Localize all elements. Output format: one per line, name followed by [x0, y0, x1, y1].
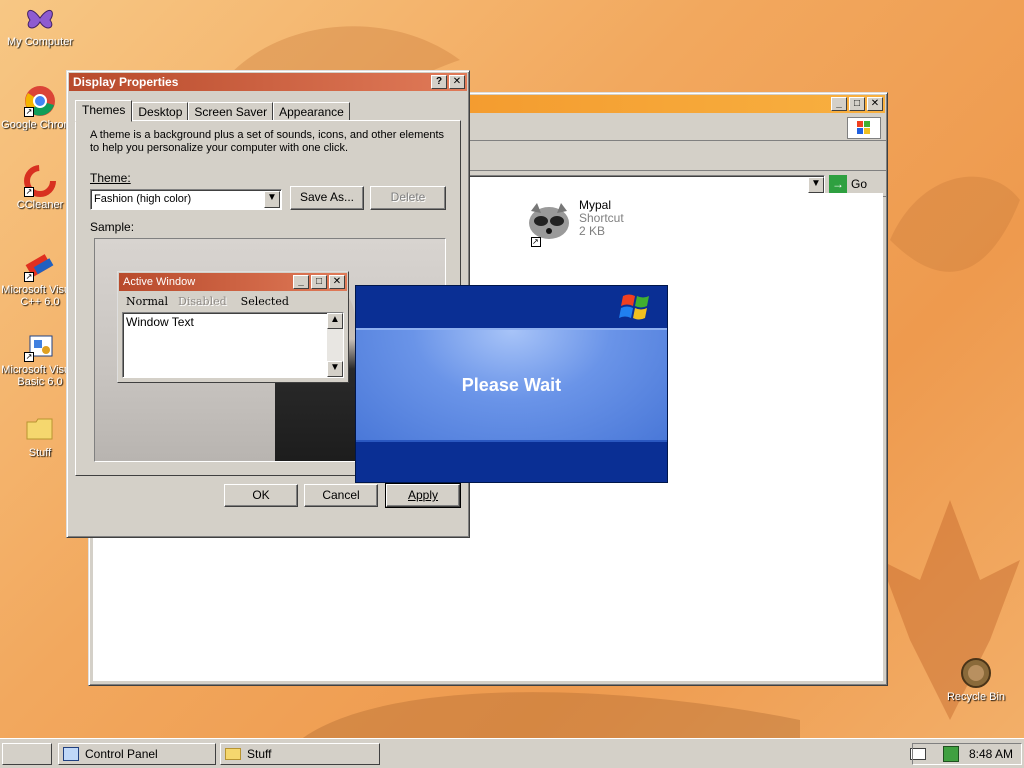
tab-themes[interactable]: Themes	[75, 100, 133, 122]
theme-select[interactable]: Fashion (high color) ▼	[90, 189, 282, 210]
apply-button[interactable]: Apply	[385, 483, 461, 508]
desktop-icon-recycle-bin[interactable]: Recycle Bin	[936, 657, 1016, 703]
go-label: Go	[851, 177, 868, 191]
minimize-button[interactable]: _	[831, 97, 847, 111]
taskbar-item-label: Stuff	[247, 747, 272, 761]
please-wait-band: Please Wait	[356, 328, 667, 442]
go-button[interactable]: → Go	[829, 175, 867, 193]
please-wait-dialog: Please Wait	[355, 285, 668, 483]
ok-button[interactable]: OK	[224, 484, 298, 507]
close-button[interactable]: ✕	[867, 97, 883, 111]
close-button[interactable]: ✕	[449, 75, 465, 89]
shortcut-arrow-icon: ↗	[24, 187, 34, 197]
scroll-up-icon: ▲	[327, 313, 343, 329]
raccoon-icon: ↗	[525, 199, 573, 247]
start-button[interactable]	[2, 743, 52, 765]
address-input[interactable]: ▼	[465, 175, 825, 195]
system-tray: 8:48 AM	[912, 743, 1022, 765]
menu-disabled: Disabled	[178, 294, 227, 308]
maximize-button[interactable]: □	[849, 97, 865, 111]
xp-logo-icon	[619, 292, 655, 327]
theme-label: Theme:	[90, 171, 131, 185]
chrome-icon: ↗	[24, 85, 56, 117]
network-icon[interactable]	[942, 746, 959, 762]
minimize-icon: _	[293, 275, 309, 289]
visual-cpp-icon: ↗	[24, 250, 56, 282]
delete-button[interactable]: Delete	[370, 186, 446, 210]
taskbar-item-label: Control Panel	[85, 747, 158, 761]
cancel-button[interactable]: Cancel	[304, 484, 378, 507]
maximize-icon: □	[311, 275, 327, 289]
help-button[interactable]: ?	[431, 75, 447, 89]
taskbar-item-stuff[interactable]: Stuff	[220, 743, 380, 765]
shortcut-arrow-icon: ↗	[24, 272, 34, 282]
sample-title: Active Window	[123, 276, 196, 288]
sample-menubar: Normal Disabled Selected	[118, 292, 348, 310]
file-size: 2 KB	[579, 224, 606, 238]
go-arrow-icon: →	[829, 175, 847, 193]
sample-window-text: Window Text	[126, 315, 194, 329]
theme-description: A theme is a background plus a set of so…	[90, 129, 445, 154]
tab-appearance[interactable]: Appearance	[273, 102, 350, 121]
shortcut-arrow-icon: ↗	[24, 107, 34, 117]
save-as-button[interactable]: Save As...	[290, 186, 364, 210]
taskbar: Control Panel Stuff 8:48 AM	[0, 738, 1024, 768]
menu-selected: Selected	[240, 294, 289, 308]
shortcut-arrow-icon: ↗	[24, 352, 34, 362]
shortcut-arrow-icon: ↗	[531, 237, 541, 247]
visual-basic-icon: ↗	[24, 330, 56, 362]
desktop-icon-label: My Computer	[6, 36, 74, 48]
close-icon: ✕	[329, 275, 345, 289]
tab-desktop[interactable]: Desktop	[132, 102, 189, 121]
ccleaner-icon: ↗	[24, 165, 56, 197]
sample-titlebar: Active Window _ □ ✕	[119, 273, 347, 291]
dialog-title: Display Properties	[73, 75, 179, 89]
folder-icon	[225, 748, 241, 760]
sample-scrollbar: ▲ ▼	[327, 313, 343, 377]
theme-select-value: Fashion (high color)	[94, 193, 192, 205]
recycle-bin-icon	[960, 657, 992, 689]
leaf-decoration	[890, 176, 1020, 272]
address-dropdown-button[interactable]: ▼	[808, 177, 824, 193]
tab-screen-saver[interactable]: Screen Saver	[188, 102, 274, 121]
folder-icon	[24, 413, 56, 445]
file-item-mypal[interactable]: ↗ Mypal Shortcut 2 KB	[525, 199, 624, 247]
dialog-titlebar[interactable]: Display Properties ? ✕	[69, 73, 467, 91]
sample-label: Sample:	[90, 220, 135, 234]
sample-window-text-area: Window Text ▲ ▼	[122, 312, 344, 378]
sample-active-window: Active Window _ □ ✕ Normal Disabled Sele…	[117, 271, 349, 383]
butterfly-icon	[24, 2, 56, 34]
leaf-decoration	[300, 692, 800, 740]
menu-normal: Normal	[126, 294, 169, 308]
taskbar-item-control-panel[interactable]: Control Panel	[58, 743, 216, 765]
scroll-down-icon: ▼	[327, 361, 343, 377]
desktop-icon-my-computer[interactable]: My Computer	[0, 2, 80, 48]
tab-strip: Themes Desktop Screen Saver Appearance	[75, 99, 350, 122]
please-wait-text: Please Wait	[461, 374, 562, 395]
chevron-down-icon[interactable]: ▼	[264, 191, 280, 208]
desktop-icon-label: Recycle Bin	[946, 691, 1006, 703]
control-panel-icon	[63, 747, 79, 761]
windows-flag-icon	[847, 117, 881, 139]
clock[interactable]: 8:48 AM	[969, 747, 1013, 761]
